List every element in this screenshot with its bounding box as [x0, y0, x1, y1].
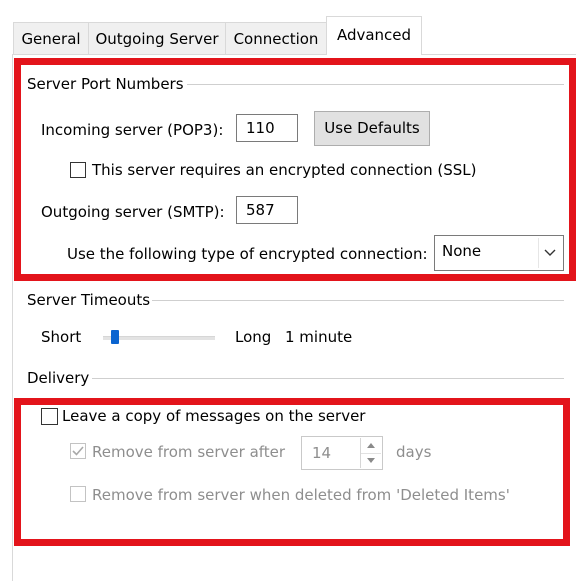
tab-general[interactable]: General	[13, 22, 89, 54]
spinner-buttons	[360, 438, 381, 468]
ssl-checkbox[interactable]	[70, 162, 86, 178]
tab-advanced[interactable]: Advanced	[326, 16, 422, 55]
outgoing-server-label: Outgoing server (SMTP):	[41, 203, 225, 221]
timeout-slider-thumb[interactable]	[111, 330, 119, 344]
tab-outgoing-server[interactable]: Outgoing Server	[88, 22, 226, 54]
remove-after-days-spinner[interactable]: 14	[301, 436, 383, 470]
tab-connection[interactable]: Connection	[225, 22, 327, 54]
tab-label: Connection	[233, 30, 319, 48]
remove-deleted-label: Remove from server when deleted from 'De…	[92, 486, 510, 504]
timeout-long-label: Long	[235, 328, 272, 346]
leave-copy-label: Leave a copy of messages on the server	[62, 407, 366, 425]
group-divider	[187, 84, 564, 85]
group-label-port-numbers: Server Port Numbers	[27, 75, 184, 93]
tab-label: Outgoing Server	[95, 30, 219, 48]
group-divider	[152, 300, 564, 301]
encryption-type-select[interactable]: None	[434, 235, 564, 271]
group-label-server-timeouts: Server Timeouts	[27, 291, 151, 309]
remove-deleted-checkbox[interactable]	[70, 486, 86, 502]
timeout-short-label: Short	[41, 328, 82, 346]
group-divider	[92, 378, 564, 379]
checkmark-icon	[72, 446, 84, 456]
use-defaults-button[interactable]: Use Defaults	[314, 111, 430, 146]
chevron-down-icon[interactable]	[538, 238, 561, 268]
leave-copy-checkbox[interactable]	[41, 408, 58, 425]
tab-label: Advanced	[336, 26, 412, 44]
timeout-value-label: 1 minute	[285, 328, 353, 346]
remove-after-label: Remove from server after	[92, 443, 286, 461]
encryption-type-value: None	[442, 242, 482, 260]
incoming-server-label: Incoming server (POP3):	[41, 121, 224, 139]
spinner-up-icon[interactable]	[361, 438, 381, 454]
panel-border	[12, 54, 13, 581]
encryption-type-label: Use the following type of encrypted conn…	[67, 245, 428, 263]
remove-after-days-value: 14	[312, 444, 332, 462]
remove-after-checkbox[interactable]	[70, 443, 86, 459]
spinner-down-icon[interactable]	[361, 453, 381, 468]
days-label: days	[396, 443, 432, 461]
incoming-port-input[interactable]: 110	[236, 114, 298, 142]
group-label-delivery: Delivery	[27, 369, 90, 387]
outgoing-port-input[interactable]: 587	[236, 196, 298, 224]
ssl-label: This server requires an encrypted connec…	[92, 161, 477, 179]
tab-label: General	[21, 30, 81, 48]
timeout-slider-track[interactable]	[103, 336, 215, 340]
